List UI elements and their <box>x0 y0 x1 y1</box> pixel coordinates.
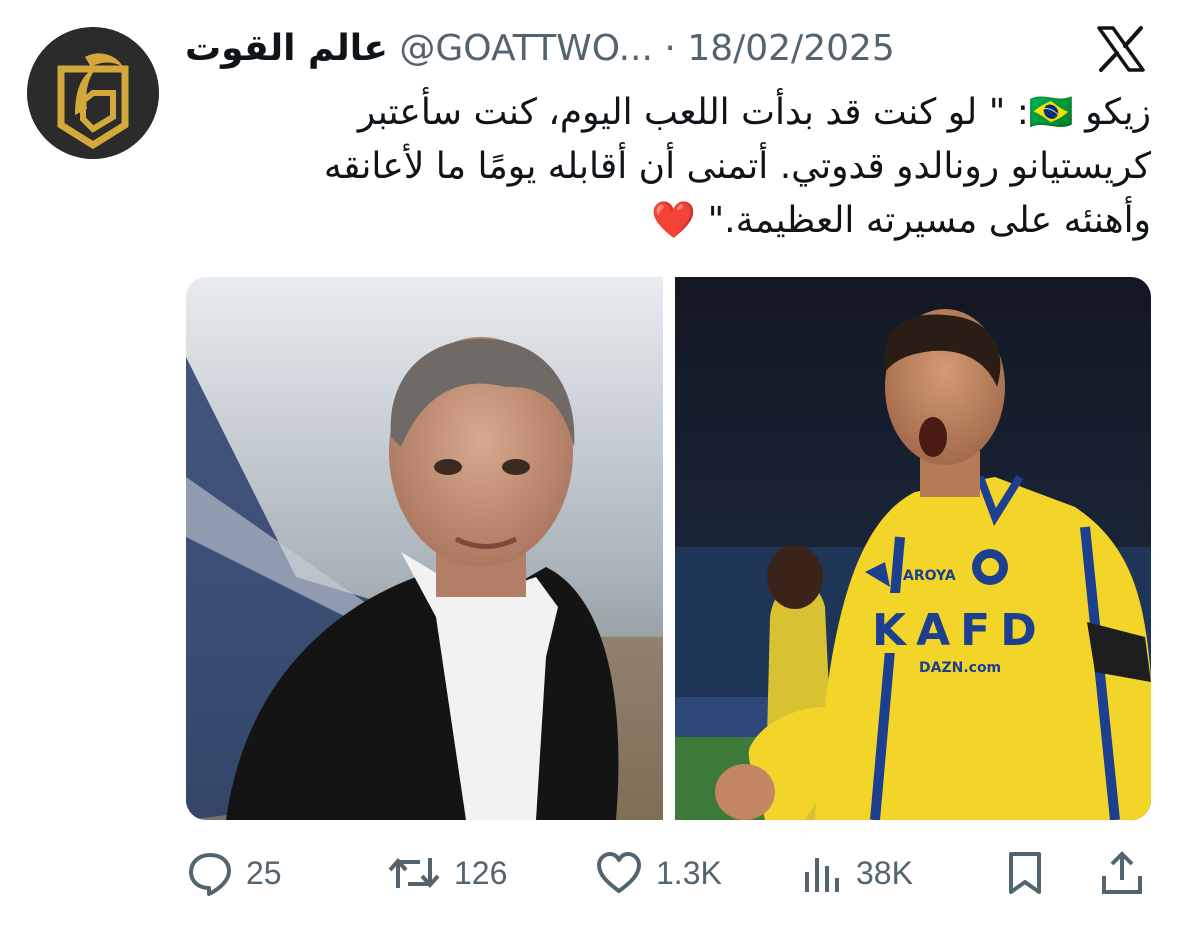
goat-logo-icon <box>27 27 159 159</box>
tweet-line: زيكو 🇧🇷: " لو كنت قد بدأت اللعب اليوم، ك… <box>357 92 1151 133</box>
tweet-header: عالم القوت @GOATTWO... · 18/02/2025 <box>185 26 985 72</box>
like-button[interactable]: 1.3K <box>594 845 722 901</box>
x-logo-icon <box>1095 25 1147 73</box>
heart-icon <box>594 850 644 896</box>
man-in-suit-photo[interactable] <box>186 277 663 820</box>
tweet-date[interactable]: 18/02/2025 <box>687 28 895 69</box>
repost-icon <box>386 850 442 896</box>
views-count: 38K <box>856 854 913 891</box>
sponsor-text: AROYA <box>903 568 956 584</box>
tweet-line: وأهنئه على مسيرته العظيمة." ❤️ <box>651 200 1151 241</box>
reply-count: 25 <box>246 854 282 891</box>
avatar[interactable] <box>27 27 159 159</box>
author-name[interactable]: عالم القوت <box>185 28 388 69</box>
reply-icon <box>186 850 234 896</box>
reply-button[interactable]: 25 <box>186 845 282 901</box>
bookmark-button[interactable] <box>1003 845 1047 901</box>
tweet-actions: 25 126 1.3K 38K <box>186 845 1151 901</box>
footballer-celebrating-photo[interactable]: KAFD AROYA DAZN.com <box>675 277 1151 820</box>
header-separator: · <box>664 28 676 69</box>
author-handle[interactable]: @GOATTWO... <box>399 28 653 69</box>
sleeve-text: DAZN.com <box>919 660 1001 676</box>
repost-count: 126 <box>454 854 508 891</box>
share-icon <box>1098 850 1146 896</box>
like-count: 1.3K <box>656 854 722 891</box>
views-button[interactable]: 38K <box>800 845 913 901</box>
jersey-text: KAFD <box>872 605 1047 656</box>
bookmark-icon <box>1003 850 1047 896</box>
tweet-text: زيكو 🇧🇷: " لو كنت قد بدأت اللعب اليوم، ك… <box>191 86 1151 248</box>
share-button[interactable] <box>1098 845 1146 901</box>
tweet-line: كريستيانو رونالدو قدوتي. أتمنى أن أقابله… <box>323 146 1151 187</box>
tweet-media[interactable]: KAFD AROYA DAZN.com <box>186 277 1151 820</box>
repost-button[interactable]: 126 <box>386 845 507 901</box>
views-icon <box>800 850 844 896</box>
